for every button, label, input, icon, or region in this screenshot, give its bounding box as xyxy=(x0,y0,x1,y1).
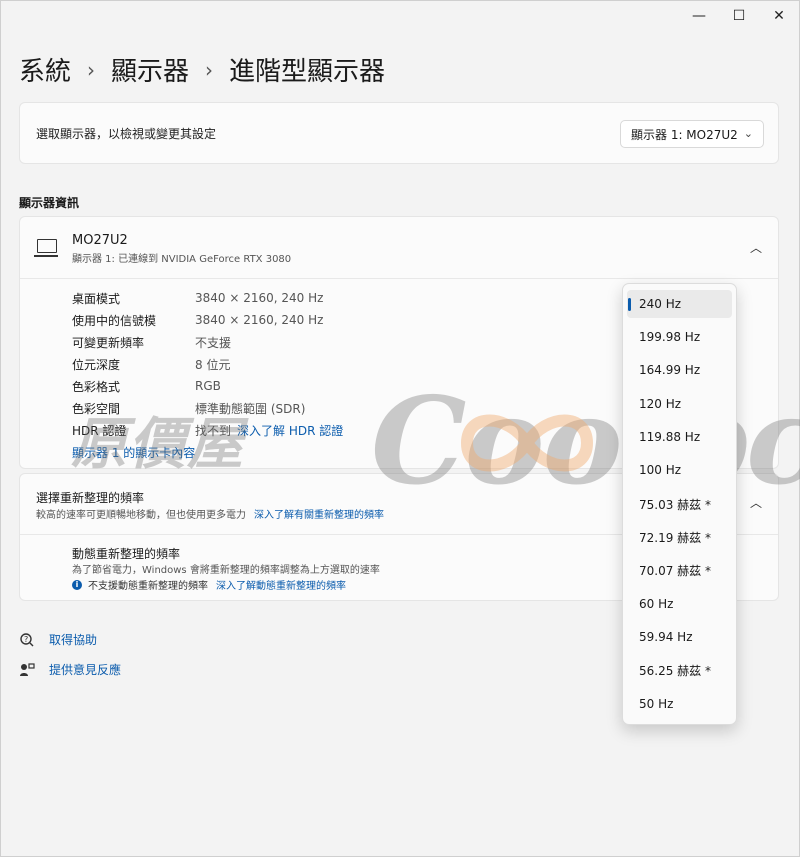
breadcrumb-system[interactable]: 系統 xyxy=(19,51,71,88)
info-row: 色彩空間 標準動態範圍 (SDR) xyxy=(72,397,343,419)
display-info-header[interactable]: MO27U2 顯示器 1: 已連線到 NVIDIA GeForce RTX 30… xyxy=(20,217,778,279)
refresh-rate-learn-link[interactable]: 深入了解有關重新整理的頻率 xyxy=(254,510,384,521)
select-display-label: 選取顯示器，以檢視或變更其設定 xyxy=(36,127,217,141)
chevron-up-icon[interactable]: ︿ xyxy=(750,494,762,511)
info-key: 色彩格式 xyxy=(72,379,121,394)
refresh-option[interactable]: 120 Hz xyxy=(627,390,732,418)
minimize-icon: — xyxy=(692,8,706,24)
info-value: 不支援 xyxy=(195,335,232,350)
close-button[interactable]: ✕ xyxy=(759,1,799,31)
refresh-option[interactable]: 59.94 Hz xyxy=(627,623,732,651)
title-bar-controls: — ☐ ✕ xyxy=(679,1,799,31)
refresh-option[interactable]: 60 Hz xyxy=(627,590,732,618)
get-help-link[interactable]: ? 取得協助 xyxy=(19,631,97,648)
info-key: 桌面模式 xyxy=(72,291,121,306)
refresh-rate-description: 較高的速率可更順暢地移動，但也使用更多電力 xyxy=(36,510,246,521)
monitor-name: MO27U2 xyxy=(72,233,128,248)
info-row: 桌面模式 3840 × 2160, 240 Hz xyxy=(72,287,343,309)
info-value: 標準動態範圍 (SDR) xyxy=(195,401,306,416)
maximize-button[interactable]: ☐ xyxy=(719,1,759,31)
info-key: 可變更新頻率 xyxy=(72,335,145,350)
info-key: 色彩空間 xyxy=(72,401,121,416)
monitor-connection: 顯示器 1: 已連線到 NVIDIA GeForce RTX 3080 xyxy=(72,254,292,265)
display-info-rows: 桌面模式 3840 × 2160, 240 Hz 使用中的信號模 3840 × 21… xyxy=(72,287,343,441)
breadcrumb-separator-icon: › xyxy=(87,57,96,82)
select-display-card: 選取顯示器，以檢視或變更其設定 顯示器 1: MO27U2 ⌄ xyxy=(19,102,779,164)
breadcrumb-display[interactable]: 顯示器 xyxy=(111,51,189,88)
info-row: 位元深度 8 位元 xyxy=(72,353,343,375)
refresh-option[interactable]: 50 Hz xyxy=(627,690,732,718)
maximize-icon: ☐ xyxy=(732,8,746,24)
get-help-label: 取得協助 xyxy=(49,633,98,647)
feedback-label: 提供意見反應 xyxy=(49,663,122,677)
info-value: 找不到 xyxy=(195,423,232,438)
info-key: 使用中的信號模 xyxy=(72,313,157,328)
refresh-option[interactable]: 199.98 Hz xyxy=(627,323,732,351)
feedback-icon xyxy=(19,662,35,678)
chevron-up-icon[interactable]: ︿ xyxy=(750,239,762,256)
info-row: 可變更新頻率 不支援 xyxy=(72,331,343,353)
hdr-learn-more-link[interactable]: 深入了解 HDR 認證 xyxy=(237,422,343,439)
breadcrumb-separator-icon: › xyxy=(205,57,214,82)
info-value: RGB xyxy=(195,379,221,393)
refresh-option[interactable]: 100 Hz xyxy=(627,456,732,484)
info-value: 3840 × 2160, 240 Hz xyxy=(195,291,324,305)
display-info-section-title: 顯示器資訊 xyxy=(19,196,80,210)
dynamic-refresh-title: 動態重新整理的頻率 xyxy=(72,547,181,561)
page-title: 進階型顯示器 xyxy=(229,57,386,87)
adapter-properties-link[interactable]: 顯示器 1 的顯示卡內容 xyxy=(72,444,195,461)
info-key: HDR 認證 xyxy=(72,423,127,438)
refresh-rate-menu: 240 Hz 199.98 Hz 164.99 Hz 120 Hz 119.88… xyxy=(622,283,737,725)
refresh-option[interactable]: 75.03 赫茲 * xyxy=(627,490,732,518)
refresh-option[interactable]: 70.07 赫茲 * xyxy=(627,556,732,584)
info-value: 8 位元 xyxy=(195,357,231,372)
info-row-hdr: HDR 認證 找不到 深入了解 HDR 認證 xyxy=(72,419,343,441)
info-row: 色彩格式 RGB xyxy=(72,375,343,397)
dynamic-refresh-note: i 不支援動態重新整理的頻率 深入了解動態重新整理的頻率 xyxy=(72,577,346,592)
close-icon: ✕ xyxy=(773,8,785,24)
refresh-option[interactable]: 56.25 赫茲 * xyxy=(627,656,732,684)
info-key: 位元深度 xyxy=(72,357,121,372)
dynamic-refresh-unsupported: 不支援動態重新整理的頻率 xyxy=(88,581,208,592)
dynamic-refresh-description: 為了節省電力，Windows 會將重新整理的頻率調整為上方選取的速率 xyxy=(72,565,380,576)
refresh-rate-title: 選擇重新整理的頻率 xyxy=(36,491,145,505)
info-icon: i xyxy=(72,579,82,590)
breadcrumb: 系統 › 顯示器 › 進階型顯示器 xyxy=(19,51,385,88)
refresh-option[interactable]: 72.19 赫茲 * xyxy=(627,523,732,551)
info-value: 3840 × 2160, 240 Hz xyxy=(195,313,324,327)
refresh-option[interactable]: 119.88 Hz xyxy=(627,423,732,451)
refresh-option[interactable]: 164.99 Hz xyxy=(627,356,732,384)
refresh-rate-subtitle: 較高的速率可更順暢地移動，但也使用更多電力 深入了解有關重新整理的頻率 xyxy=(36,506,384,521)
minimize-button[interactable]: — xyxy=(679,1,719,31)
dynamic-refresh-learn-link[interactable]: 深入了解動態重新整理的頻率 xyxy=(216,577,346,592)
feedback-link[interactable]: 提供意見反應 xyxy=(19,661,121,678)
chevron-down-icon: ⌄ xyxy=(743,127,753,140)
help-icon: ? xyxy=(19,632,35,648)
monitor-icon xyxy=(34,239,58,257)
svg-text:?: ? xyxy=(24,635,28,644)
settings-window: — ☐ ✕ 系統 › 顯示器 › 進階型顯示器 選取顯示器，以檢視或變更其設定 … xyxy=(0,0,800,857)
refresh-option[interactable]: 240 Hz xyxy=(627,290,732,318)
display-select-dropdown[interactable]: 顯示器 1: MO27U2 ⌄ xyxy=(620,120,764,148)
info-row: 使用中的信號模 3840 × 2160, 240 Hz xyxy=(72,309,343,331)
display-select-value: 顯示器 1: MO27U2 xyxy=(631,127,738,142)
